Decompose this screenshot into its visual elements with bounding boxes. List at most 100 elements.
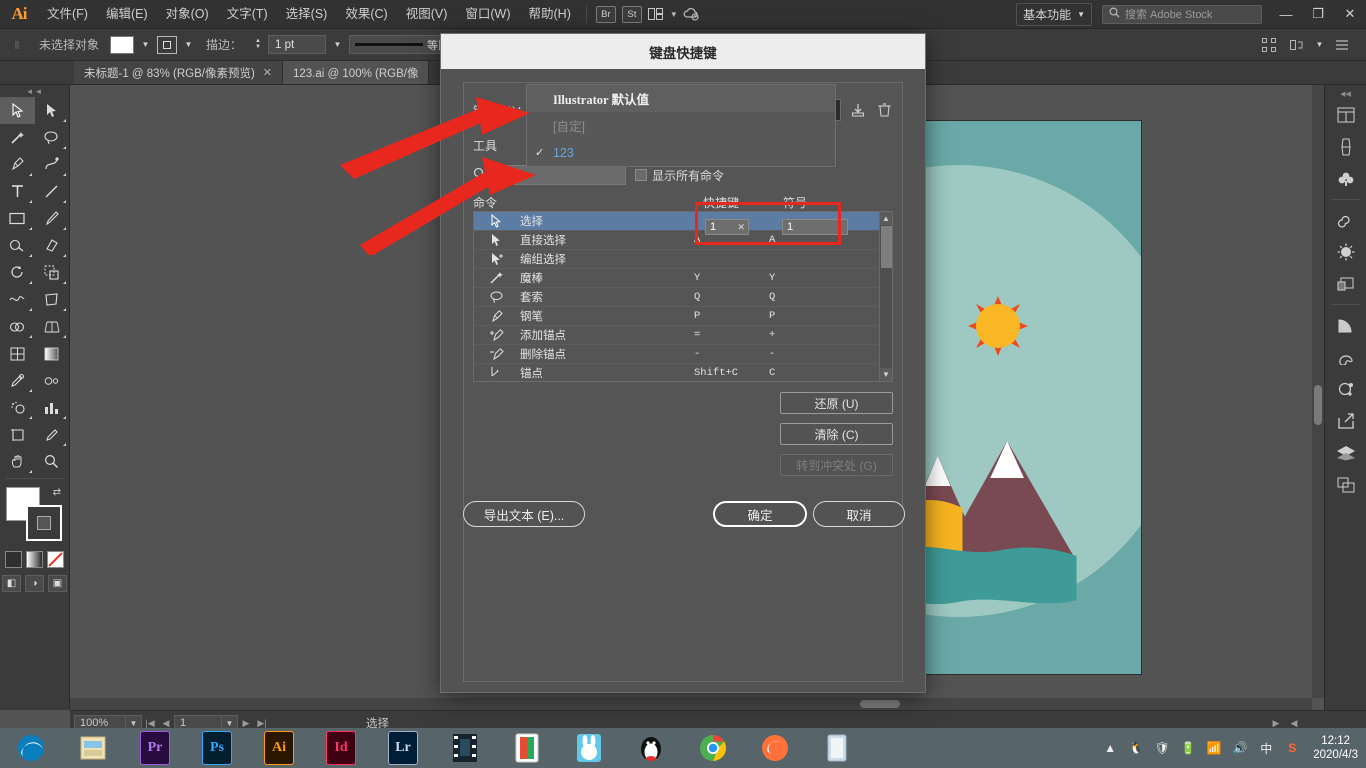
table-row[interactable]: 钢笔PP xyxy=(474,307,879,326)
chevron-down-icon[interactable]: ▼ xyxy=(139,36,152,54)
table-row[interactable]: 套索QQ xyxy=(474,288,879,307)
tool-gradient[interactable] xyxy=(35,340,70,367)
clear-shortcut-icon[interactable]: ✕ xyxy=(737,222,745,233)
properties-panel-icon[interactable] xyxy=(1330,99,1362,131)
clear-button[interactable]: 清除 (C) xyxy=(780,423,893,445)
table-row[interactable]: 魔棒YY xyxy=(474,269,879,288)
menu-effect[interactable]: 效果(C) xyxy=(336,0,396,29)
taskbar-file-explorer[interactable] xyxy=(62,728,124,768)
save-keyset-icon[interactable] xyxy=(849,100,867,120)
table-row[interactable]: 锚点Shift+CC xyxy=(474,364,879,382)
security-tray-icon[interactable]: 🛡 xyxy=(1153,739,1171,757)
shortcut-symbol-input[interactable]: 1 xyxy=(782,219,848,235)
tool-rotate[interactable] xyxy=(0,259,35,286)
qq-tray-icon[interactable]: 🐧 xyxy=(1127,739,1145,757)
align-icon[interactable] xyxy=(1257,33,1281,57)
gradient-panel-icon[interactable] xyxy=(1330,236,1362,268)
workspace-switcher[interactable]: 基本功能 ▼ xyxy=(1016,3,1092,26)
none-button[interactable] xyxy=(47,551,64,568)
panel-collapse-grip[interactable]: ◀◀ xyxy=(1325,89,1366,99)
chevron-down-icon[interactable]: ▼ xyxy=(182,36,195,54)
adobe-stock-search[interactable]: 搜索 Adobe Stock xyxy=(1102,5,1262,24)
tool-zoom[interactable] xyxy=(35,448,70,475)
table-row[interactable]: 删除锚点-- xyxy=(474,345,879,364)
commands-list[interactable]: 选择直接选择AA编组选择魔棒YY套索QQ钢笔PP添加锚点=+删除锚点--锚点Sh… xyxy=(473,211,893,382)
tool-eyedropper[interactable] xyxy=(0,367,35,394)
creative-cloud-libraries-icon[interactable] xyxy=(1330,204,1362,236)
tool-hand[interactable] xyxy=(0,448,35,475)
export-panel-icon[interactable] xyxy=(1330,405,1362,437)
table-row[interactable]: 添加锚点=+ xyxy=(474,326,879,345)
delete-keyset-icon[interactable] xyxy=(875,100,893,120)
tool-lasso[interactable] xyxy=(35,124,70,151)
network-icon[interactable]: 📶 xyxy=(1205,739,1223,757)
symbols-panel-icon[interactable] xyxy=(1330,163,1362,195)
tool-free-transform[interactable] xyxy=(35,286,70,313)
scroll-down-icon[interactable]: ▼ xyxy=(880,368,892,381)
stroke-weight-input[interactable]: 1 pt xyxy=(268,35,326,54)
draw-normal-button[interactable]: ◧ xyxy=(2,575,21,592)
tool-paintbrush[interactable] xyxy=(35,205,70,232)
tool-blend[interactable] xyxy=(35,367,70,394)
panel-options-icon[interactable] xyxy=(1330,33,1354,57)
close-icon[interactable]: ✕ xyxy=(263,66,272,79)
tool-magic-wand[interactable] xyxy=(0,124,35,151)
tool-eraser[interactable] xyxy=(35,232,70,259)
chevron-down-icon[interactable]: ▼ xyxy=(331,36,344,54)
stroke-swatch[interactable] xyxy=(26,505,62,541)
menu-select[interactable]: 选择(S) xyxy=(277,0,337,29)
menu-edit[interactable]: 编辑(E) xyxy=(97,0,157,29)
tool-direct-selection[interactable] xyxy=(35,97,70,124)
scrollbar-thumb[interactable] xyxy=(1314,385,1322,425)
tools-panel-grip[interactable]: ◄◄ xyxy=(0,85,69,97)
restore-button[interactable]: ❐ xyxy=(1302,0,1334,29)
control-bar-grip[interactable]: ⣿ xyxy=(6,35,28,55)
brushes-panel-icon[interactable] xyxy=(1330,131,1362,163)
tool-pen[interactable] xyxy=(0,151,35,178)
tool-perspective-grid[interactable] xyxy=(35,313,70,340)
stroke-weight-stepper[interactable]: ▲▼ xyxy=(253,39,263,50)
tool-mesh[interactable] xyxy=(0,340,35,367)
dropdown-item-123[interactable]: ✓ 123 xyxy=(527,139,835,166)
export-text-button[interactable]: 导出文本 (E)... xyxy=(463,501,585,527)
ime-indicator[interactable]: 中 xyxy=(1257,739,1275,757)
shortcut-key-input[interactable]: 1 ✕ xyxy=(705,219,749,235)
keyset-dropdown-menu[interactable]: Illustrator 默认值 [自定] ✓ 123 xyxy=(526,84,836,167)
artboards-panel-icon[interactable] xyxy=(1330,469,1362,501)
pathfinder-panel-icon[interactable] xyxy=(1330,373,1362,405)
clock[interactable]: 12:12 2020/4/3 xyxy=(1309,734,1358,762)
menu-window[interactable]: 窗口(W) xyxy=(456,0,519,29)
commands-list-scrollbar[interactable]: ▲ ▼ xyxy=(879,212,892,381)
tool-scale[interactable] xyxy=(35,259,70,286)
tool-artboard[interactable] xyxy=(0,421,35,448)
tool-slice[interactable] xyxy=(35,421,70,448)
canvas-vertical-scrollbar[interactable] xyxy=(1312,85,1324,698)
taskbar-illustrator[interactable]: Ai xyxy=(248,728,310,768)
taskbar-lightroom[interactable]: Lr xyxy=(372,728,434,768)
transparency-panel-icon[interactable] xyxy=(1330,268,1362,300)
scroll-up-icon[interactable]: ▲ xyxy=(880,212,892,225)
tool-curvature[interactable] xyxy=(35,151,70,178)
scrollbar-thumb[interactable] xyxy=(860,700,900,708)
taskbar-premiere[interactable]: Pr xyxy=(124,728,186,768)
swap-fill-stroke-icon[interactable]: ⇄ xyxy=(53,487,61,498)
taskbar-indesign[interactable]: Id xyxy=(310,728,372,768)
ok-button[interactable]: 确定 xyxy=(713,501,807,527)
tool-type[interactable] xyxy=(0,178,35,205)
command-search-input[interactable] xyxy=(496,165,626,185)
canvas-horizontal-scrollbar[interactable] xyxy=(70,698,1312,710)
menu-type[interactable]: 文字(T) xyxy=(218,0,277,29)
tool-selection[interactable] xyxy=(0,97,35,124)
menu-help[interactable]: 帮助(H) xyxy=(520,0,580,29)
tool-shaper[interactable] xyxy=(0,232,35,259)
undo-button[interactable]: 还原 (U) xyxy=(780,392,893,414)
bridge-button[interactable]: Br xyxy=(596,6,616,23)
taskbar-edge[interactable] xyxy=(0,728,62,768)
tool-rectangle[interactable] xyxy=(0,205,35,232)
dropdown-item-illustrator-default[interactable]: Illustrator 默认值 xyxy=(527,85,835,112)
color-panel-icon[interactable] xyxy=(1330,309,1362,341)
dropdown-item-custom[interactable]: [自定] xyxy=(527,112,835,139)
tool-width[interactable] xyxy=(0,286,35,313)
artboard[interactable] xyxy=(902,120,1142,675)
taskbar-firefox[interactable] xyxy=(744,728,806,768)
